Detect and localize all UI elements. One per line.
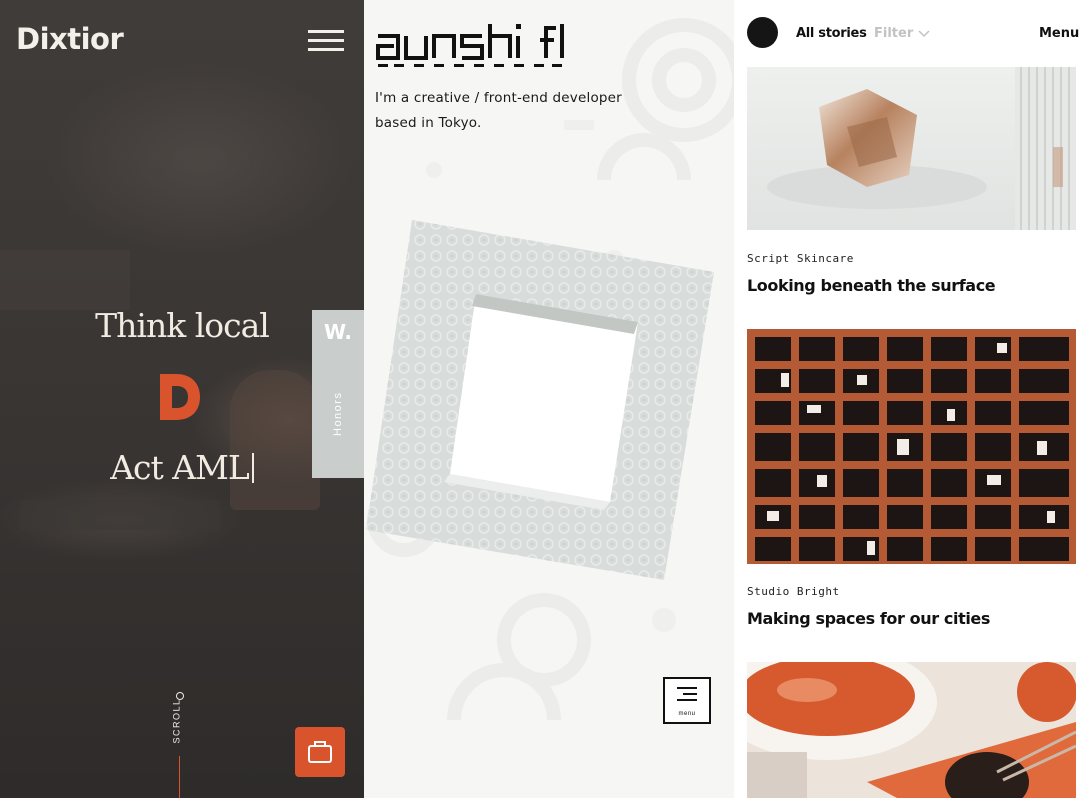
avatar[interactable]	[747, 17, 778, 48]
story-title[interactable]: Looking beneath the surface	[747, 276, 996, 295]
menu-line-3	[677, 699, 697, 701]
hero-line-1: Think local	[95, 306, 270, 345]
office-table-shape	[20, 500, 220, 530]
story-image-studio[interactable]	[747, 329, 1076, 564]
story-image-skincare[interactable]	[747, 67, 1076, 230]
menu-button[interactable]: menu	[663, 677, 711, 724]
story-image-food[interactable]	[747, 662, 1076, 798]
rotated-frame-artwork	[366, 220, 714, 580]
shelving-image	[747, 329, 1076, 564]
all-stories-link[interactable]: All stories	[796, 26, 867, 41]
hamburger-icon[interactable]	[308, 30, 344, 52]
skincare-image	[747, 67, 1076, 230]
office-person-shape	[230, 370, 320, 510]
briefcase-icon	[308, 741, 332, 763]
story-kicker: Script Skincare	[747, 252, 854, 265]
hero-line-2-text: Act AML	[110, 448, 250, 487]
honors-badge: W.	[323, 320, 353, 344]
chevron-down-icon[interactable]	[918, 30, 930, 38]
story-title[interactable]: Making spaces for our cities	[747, 609, 990, 628]
aunshift-logo[interactable]	[374, 18, 564, 68]
menu-line-2	[683, 693, 697, 695]
honors-tab[interactable]: W. Honors	[312, 310, 364, 478]
scroll-label[interactable]: SCROLL	[172, 696, 192, 756]
honors-label: Honors	[332, 391, 344, 436]
aunshift-tagline: I'm a creative / front-end developer bas…	[375, 90, 622, 131]
scroll-line	[179, 756, 180, 798]
noodle-packaging-image	[747, 662, 1076, 798]
dixtior-panel: Dixtior Think local Act AML SCROLL	[0, 0, 364, 798]
menu-line-1	[677, 687, 697, 689]
aunshift-panel: I'm a creative / front-end developer bas…	[364, 0, 734, 798]
briefcase-button[interactable]	[295, 727, 345, 777]
story-kicker: Studio Bright	[747, 585, 840, 598]
typing-caret	[251, 453, 254, 483]
office-desk-shape	[0, 250, 130, 310]
dixtior-logo[interactable]: Dixtior	[16, 22, 124, 56]
d-logo-mark	[160, 374, 200, 420]
hero-line-2: Act AML	[0, 448, 364, 487]
filter-dropdown[interactable]: Filter	[874, 26, 913, 41]
scroll-label-text: SCROLL	[171, 698, 182, 744]
menu-link[interactable]: Menu	[1039, 26, 1079, 41]
stories-panel: All stories Filter Menu Script Skincare …	[734, 0, 1092, 798]
menu-button-label: menu	[678, 711, 696, 717]
